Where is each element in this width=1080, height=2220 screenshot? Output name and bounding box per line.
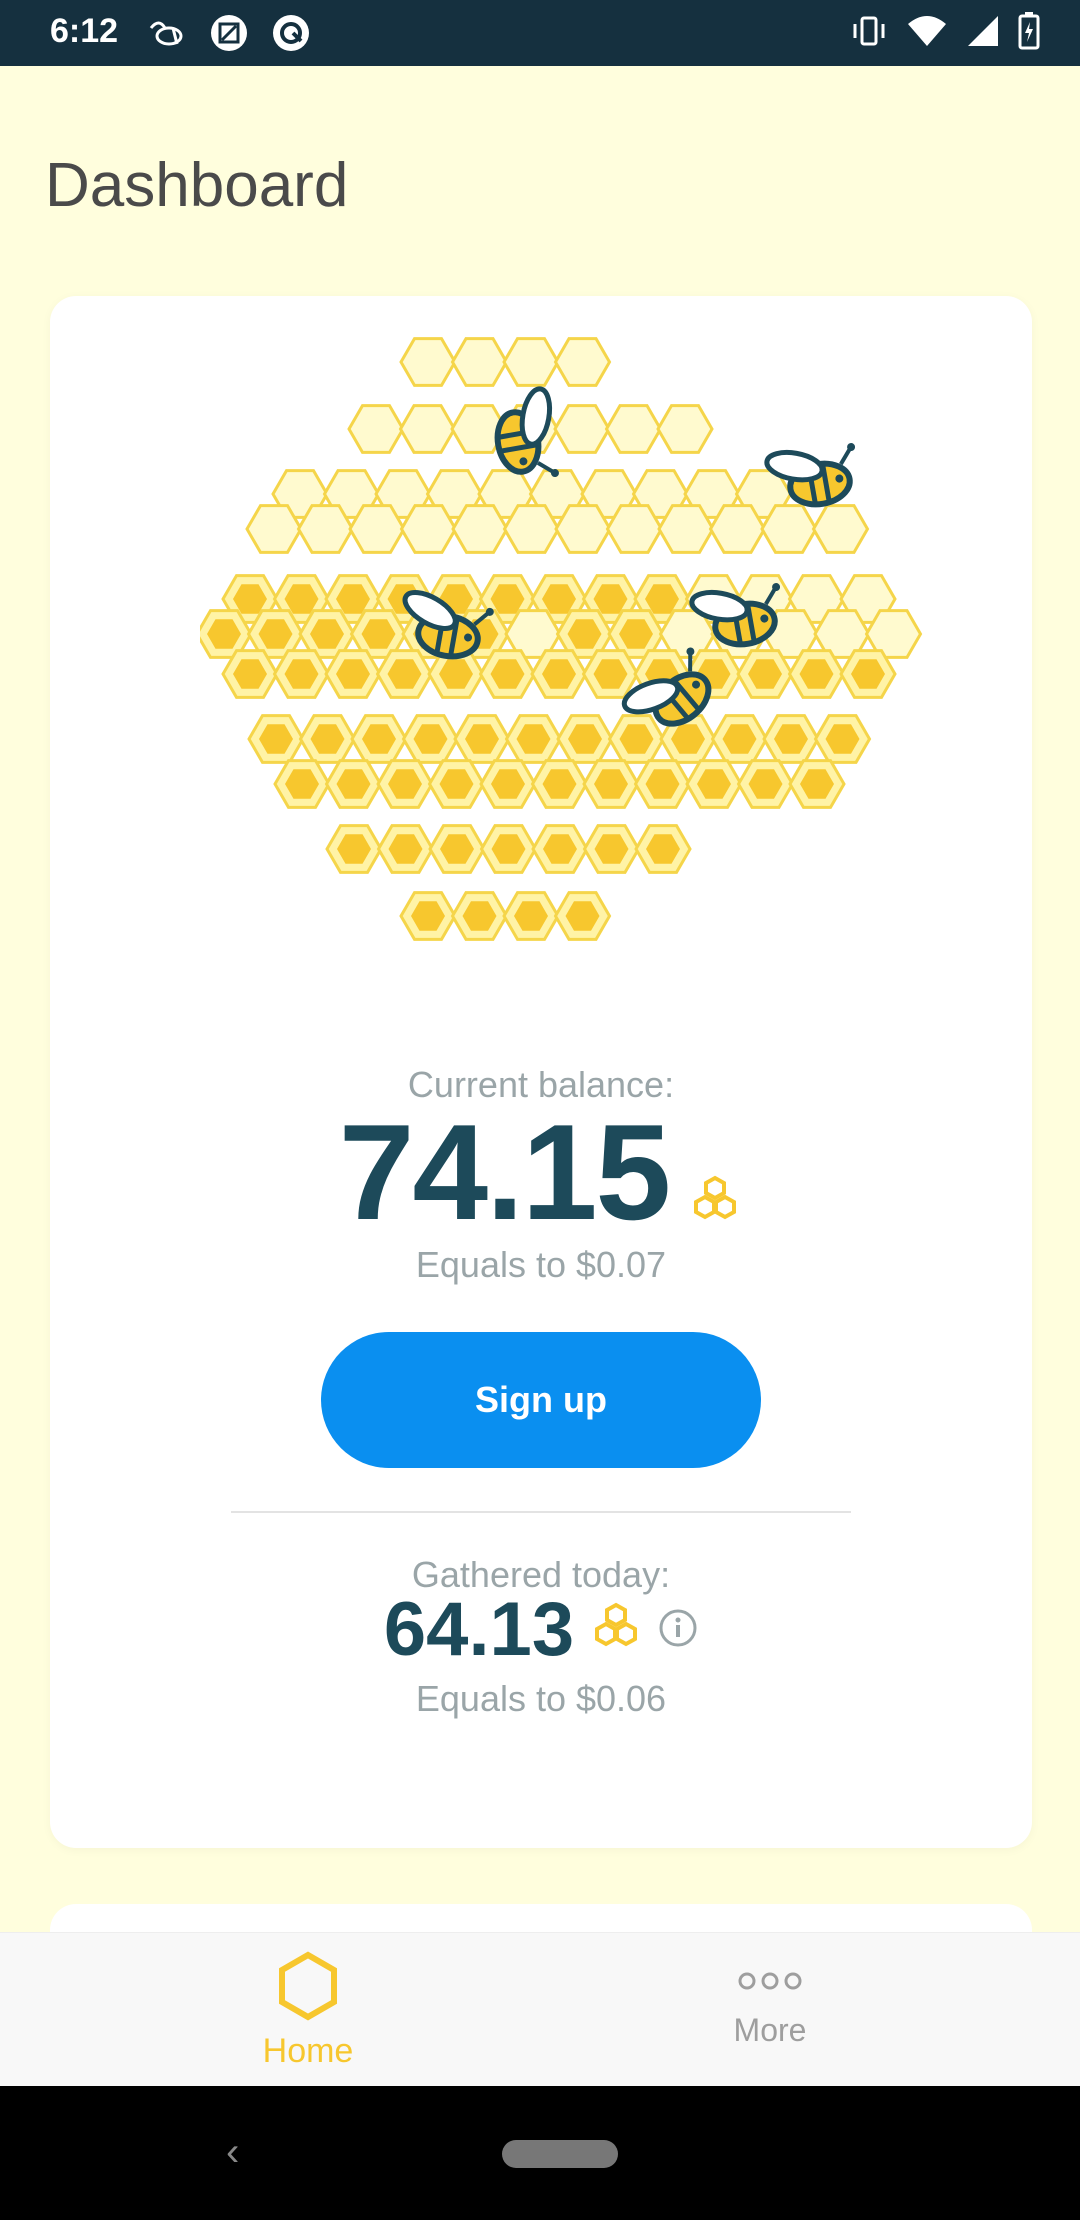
nav-more[interactable]: More xyxy=(650,1951,890,2049)
bee-notification-icon xyxy=(146,12,188,54)
hive-cell xyxy=(298,714,357,764)
hive-cell xyxy=(788,759,846,809)
system-navigation-bar: ‹ xyxy=(0,2086,1080,2220)
signal-icon xyxy=(966,14,1000,53)
info-icon[interactable] xyxy=(658,1608,698,1653)
sign-up-button[interactable]: Sign up xyxy=(321,1332,761,1468)
status-left-icons xyxy=(146,12,312,54)
nav-more-label: More xyxy=(733,2012,807,2048)
hive-cell xyxy=(399,337,457,387)
hive-cell xyxy=(401,714,460,764)
honeycomb-currency-icon xyxy=(588,1602,644,1659)
hive-cell xyxy=(376,759,434,809)
hive-cell xyxy=(399,891,457,941)
nav-home[interactable]: Home xyxy=(188,1951,428,2071)
hive-cell xyxy=(710,714,769,764)
sync-icon xyxy=(270,12,312,54)
hive-cell xyxy=(399,504,458,554)
hive-cell xyxy=(450,891,509,941)
hive-cell xyxy=(581,649,640,699)
gathered-today-equals: Equals to $0.06 xyxy=(415,1678,667,1719)
hive-cell xyxy=(736,759,795,809)
status-bar: 6:12 xyxy=(0,0,1080,66)
hive-cell xyxy=(350,714,408,764)
hive-cell xyxy=(530,649,588,699)
current-balance-equals: Equals to $0.07 xyxy=(415,1244,667,1285)
gathered-today-row: 64.13 xyxy=(50,1592,1032,1668)
hive-cell xyxy=(762,714,820,764)
hive-cell xyxy=(479,824,538,874)
hive-cell xyxy=(554,504,612,554)
hive-cell xyxy=(656,404,714,454)
hive-cell xyxy=(634,824,692,874)
hive-cell xyxy=(607,714,666,764)
bottom-navigation: Home More xyxy=(0,1932,1080,2086)
hive-cell xyxy=(221,649,279,699)
gathered-today-value: 64.13 xyxy=(383,1587,575,1672)
nav-home-label: Home xyxy=(262,2032,354,2070)
current-balance-row: 74.15 xyxy=(50,1104,1032,1240)
hive-cell xyxy=(502,504,561,554)
back-icon[interactable]: ‹ xyxy=(226,2130,239,2175)
hive-cell xyxy=(398,404,457,454)
divider xyxy=(231,1511,851,1513)
hive-cell xyxy=(272,649,331,699)
hive-cell xyxy=(479,759,537,809)
hive-cell xyxy=(347,404,405,454)
hive-cell xyxy=(502,891,560,941)
hive-cell xyxy=(453,714,511,764)
status-right-icons xyxy=(850,12,1040,55)
hive-cell xyxy=(245,504,303,554)
page-title: Dashboard xyxy=(45,151,349,220)
hive-cell xyxy=(478,649,537,699)
hive-cell xyxy=(553,404,611,454)
hive-cell xyxy=(633,759,692,809)
hive-cell xyxy=(324,649,382,699)
balance-card: Current balance: 74.15 Equals to $0.07 S… xyxy=(50,296,1032,1848)
hive-cell xyxy=(582,824,641,874)
hive-cell xyxy=(531,824,589,874)
hive-cell xyxy=(348,504,406,554)
honeycomb-currency-icon xyxy=(687,1175,743,1232)
hive-cell xyxy=(247,714,305,764)
hive-cell xyxy=(839,649,897,699)
hive-cell xyxy=(504,714,563,764)
hive-cell xyxy=(556,714,614,764)
current-balance-value: 74.15 xyxy=(338,1096,671,1248)
hive-cell xyxy=(736,649,794,699)
hive-cell xyxy=(502,337,560,387)
hive-cell xyxy=(813,714,872,764)
hive-cell xyxy=(708,504,767,554)
wifi-icon xyxy=(906,14,948,53)
hive-cell xyxy=(760,504,818,554)
battery-charging-icon xyxy=(1018,12,1040,55)
hive-cell xyxy=(427,759,486,809)
hive-cell xyxy=(450,337,509,387)
hive-cell xyxy=(604,404,663,454)
hive-cell xyxy=(324,759,383,809)
hive-cell xyxy=(553,337,612,387)
vibrate-icon xyxy=(850,14,888,53)
hive-cell xyxy=(273,759,331,809)
hive-cell xyxy=(787,649,846,699)
honeycomb-illustration xyxy=(200,337,923,941)
hive-cell xyxy=(375,649,434,699)
hive-cell xyxy=(582,759,640,809)
home-pill[interactable] xyxy=(502,2140,618,2168)
hive-cell xyxy=(530,759,589,809)
image-icon xyxy=(208,12,250,54)
hive-cell xyxy=(376,824,435,874)
more-dots-icon xyxy=(735,1969,805,1998)
hive-cell xyxy=(685,759,743,809)
hive-cell xyxy=(428,824,486,874)
hive-cell xyxy=(325,824,383,874)
hive-cell xyxy=(553,891,612,941)
status-time: 6:12 xyxy=(50,12,119,50)
hive-cell xyxy=(296,504,355,554)
hive-cell xyxy=(657,504,715,554)
hive-cell xyxy=(811,504,870,554)
hive-cell xyxy=(451,504,509,554)
hive-cell xyxy=(605,504,664,554)
hexagon-icon xyxy=(276,1951,340,2026)
